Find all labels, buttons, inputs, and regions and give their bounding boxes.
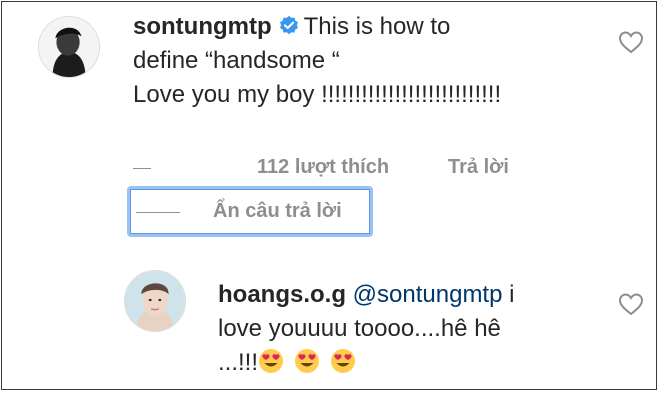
- hide-replies-button[interactable]: Ẩn câu trả lời: [213, 200, 342, 223]
- avatar-sontungmtp[interactable]: [38, 16, 100, 78]
- comment-text-3: Love you my boy !!!!!!!!!!!!!!!!!!!!!!!!…: [133, 81, 502, 108]
- likes-count[interactable]: 112 lượt thích: [257, 156, 389, 179]
- reply-mention-link[interactable]: @sontungmtp: [353, 281, 503, 308]
- avatar-photo: [125, 271, 185, 331]
- comment-line-1: sontungmtp This is how to: [133, 10, 603, 44]
- verified-badge-icon: [279, 15, 298, 35]
- heart-eyes-emoji: [331, 349, 356, 373]
- comment-username[interactable]: sontungmtp: [133, 13, 272, 40]
- thread-connector: [133, 168, 151, 169]
- reply-line-3: ...!!!: [218, 346, 608, 380]
- reply-username[interactable]: hoangs.o.g: [218, 281, 346, 308]
- reply-button[interactable]: Trả lời: [448, 156, 509, 179]
- comment-thread-panel: sontungmtp This is how to define “handso…: [1, 1, 657, 390]
- heart-eyes-emoji: [259, 349, 284, 373]
- comment-text-2: define “handsome “: [133, 47, 340, 74]
- comment-text-1: This is how to: [303, 13, 451, 40]
- reply-body: hoangs.o.g @sontungmtp i love youuuu too…: [218, 278, 608, 380]
- reply-text-1: i: [502, 281, 515, 308]
- reply-text-3: ...!!!: [218, 349, 259, 376]
- reply-text-2: love youuuu toooo....hê hê: [218, 315, 501, 342]
- reply-line-1: hoangs.o.g @sontungmtp i: [218, 278, 608, 312]
- thread-line-hide: [136, 212, 180, 213]
- comment-body: sontungmtp This is how to define “handso…: [133, 10, 603, 112]
- heart-eyes-emoji: [295, 349, 320, 373]
- like-heart-icon[interactable]: [618, 30, 644, 54]
- avatar-hoangs-o-g[interactable]: [124, 270, 186, 332]
- avatar-photo: [39, 17, 99, 77]
- reply-like-heart-icon[interactable]: [618, 292, 644, 316]
